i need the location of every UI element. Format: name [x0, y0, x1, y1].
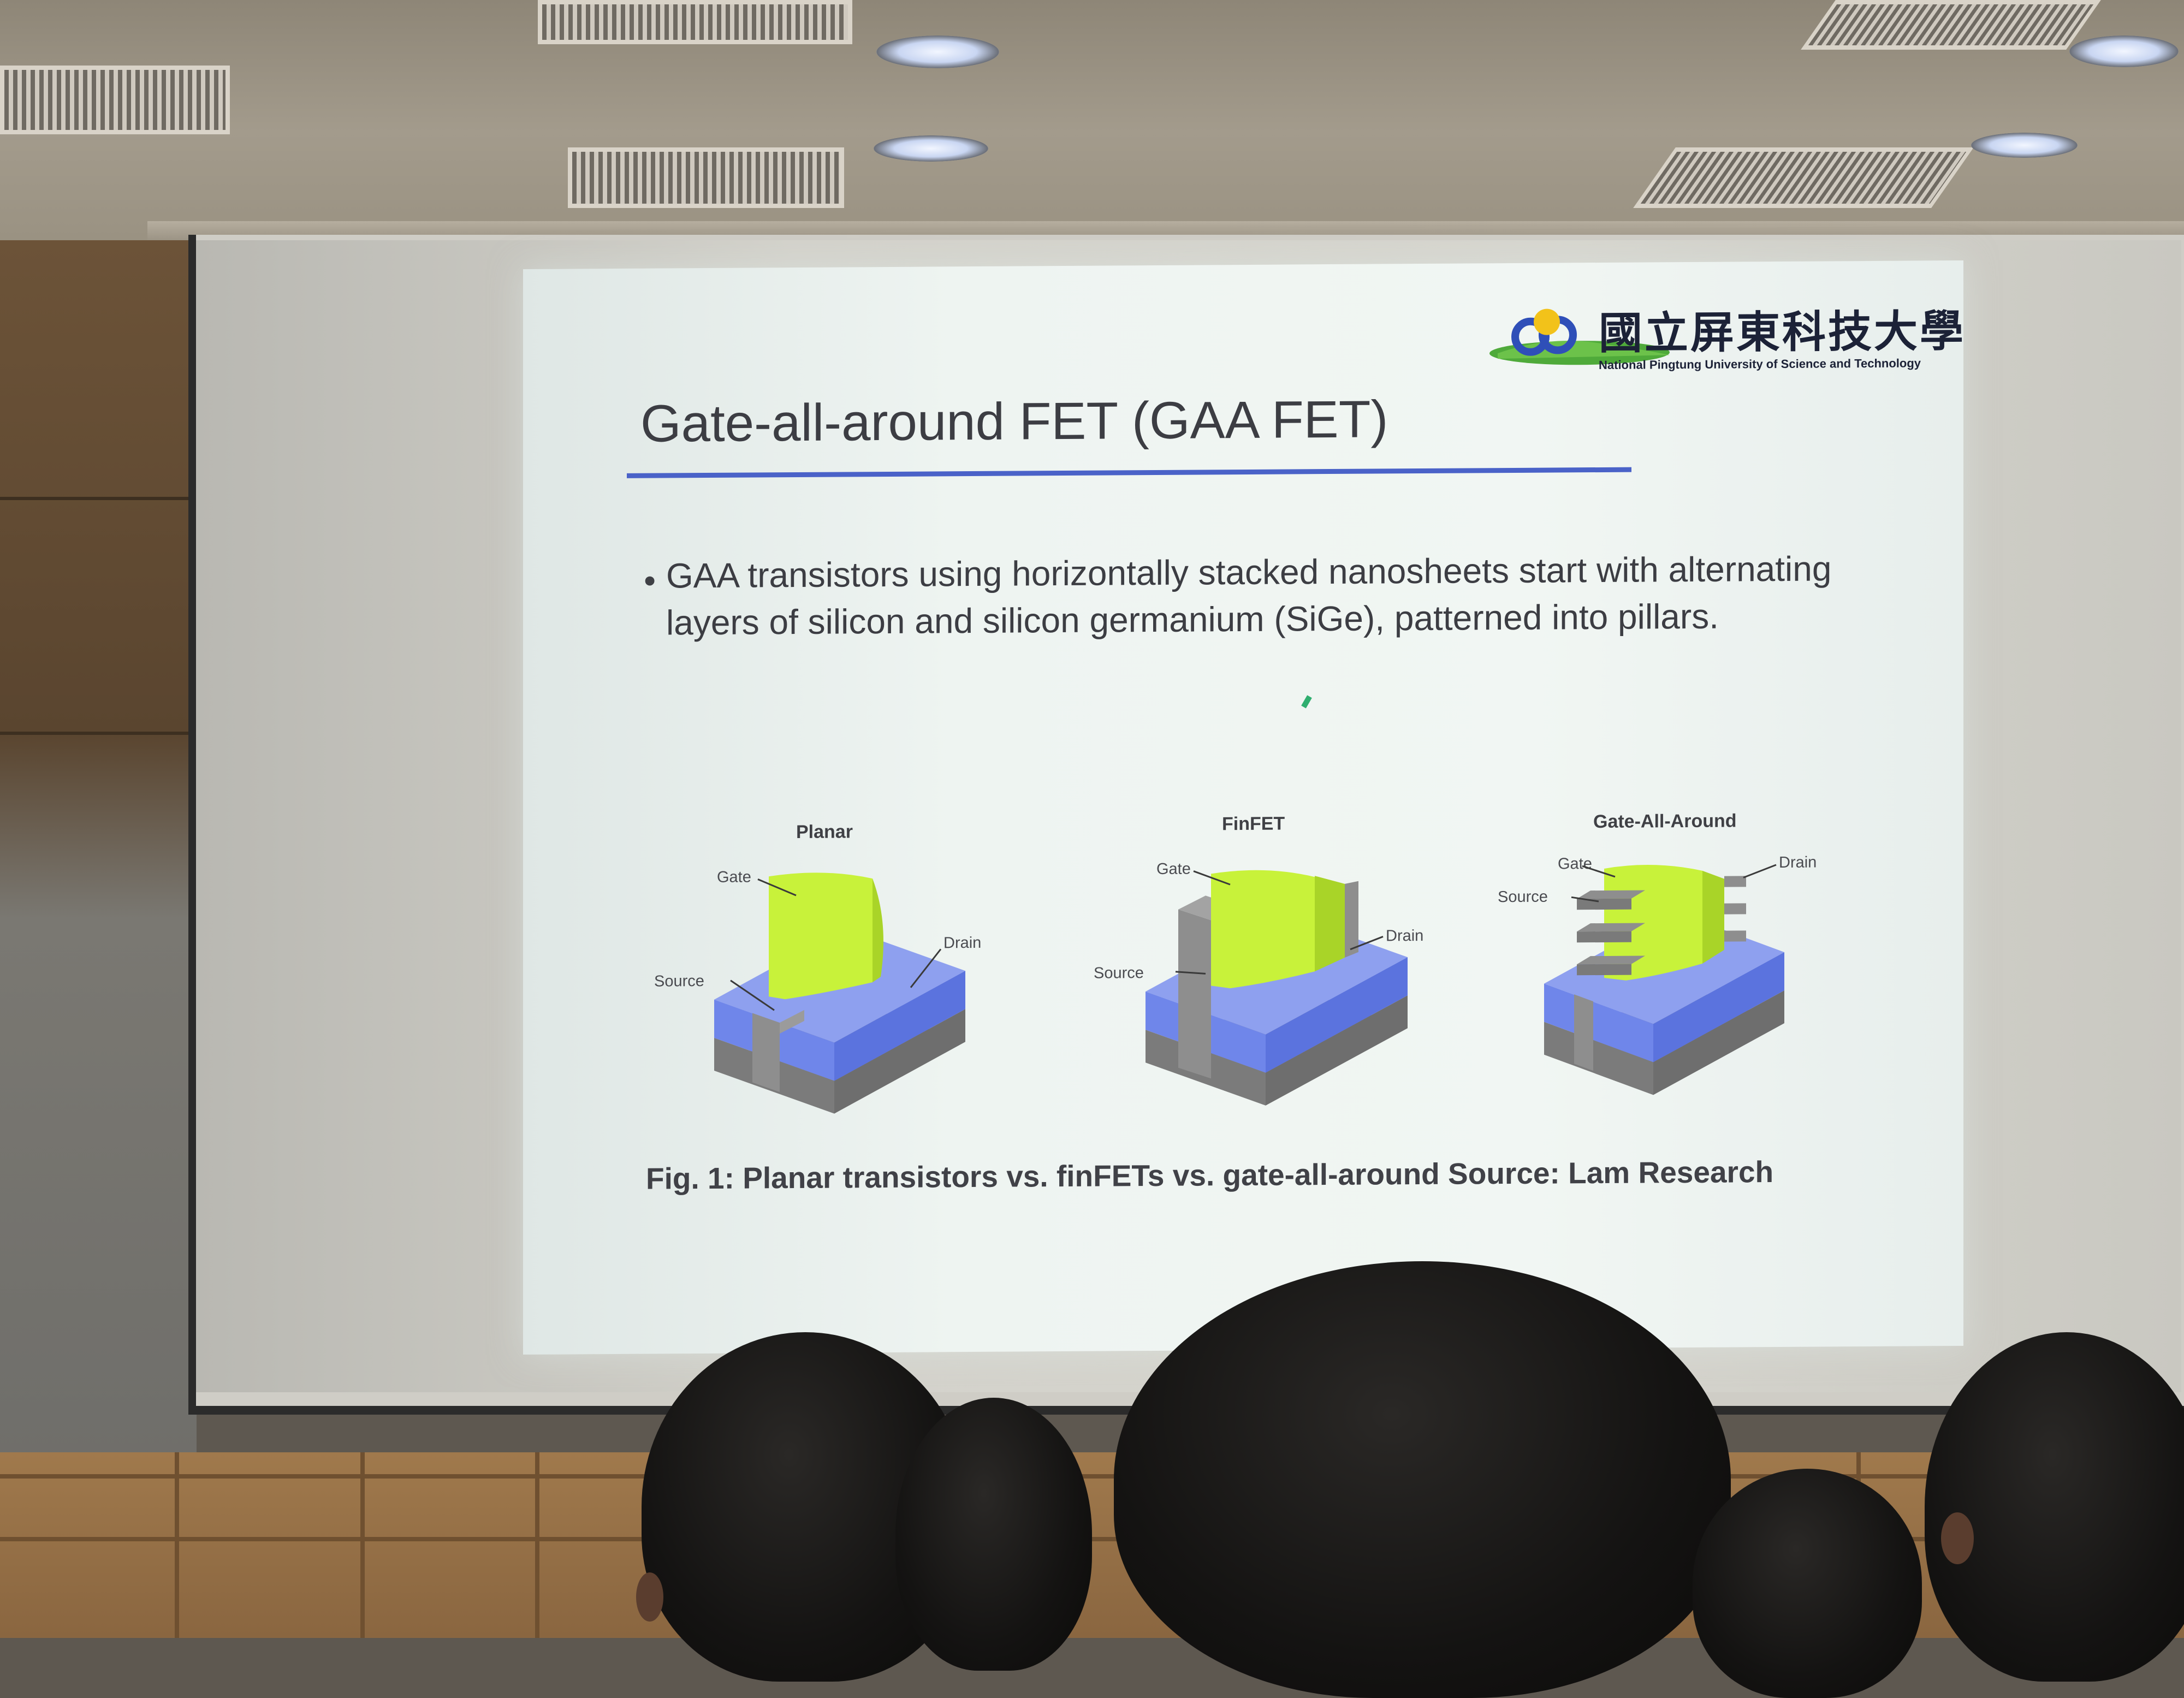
ceiling-vent	[1801, 0, 2101, 50]
audience-head	[1114, 1261, 1731, 1698]
ceiling-vent	[568, 147, 844, 208]
ceiling-vent	[0, 66, 230, 134]
ceiling-vent	[1633, 147, 1974, 208]
left-wall	[0, 240, 197, 1474]
slide-title: Gate-all-around FET (GAA FET)	[640, 390, 1388, 453]
gaa-leader-lines	[1571, 864, 1777, 903]
planar-leader-lines	[730, 878, 942, 1011]
bullet-icon: •	[640, 563, 660, 601]
figure-panel-title-planar: Planar	[796, 821, 853, 843]
desk-seam	[175, 1452, 179, 1638]
audience-head	[895, 1398, 1092, 1671]
figure-panel-title-finfet: FinFET	[1222, 813, 1285, 835]
ceiling-light	[876, 35, 999, 68]
audience-ear	[1941, 1512, 1974, 1564]
planar-source-label: Source	[654, 972, 704, 990]
figure-caption: Fig. 1: Planar transistors vs. finFETs v…	[646, 1155, 1774, 1196]
university-name-chinese: 國立屏東科技大學	[1599, 305, 1966, 359]
ceiling-light	[874, 135, 988, 162]
bullet-text: GAA transistors using horizontally stack…	[666, 549, 1832, 643]
audience-ear	[636, 1572, 663, 1622]
laser-pointer-dot	[1301, 695, 1312, 709]
ceiling-vent	[538, 0, 852, 44]
university-name-english: National Pingtung University of Science …	[1599, 356, 1921, 372]
ceiling-light	[2069, 35, 2179, 67]
projected-slide: 國立屏東科技大學 National Pingtung University of…	[523, 260, 1966, 1355]
figure-panel-title-gaa: Gate-All-Around	[1593, 810, 1737, 833]
ceiling-light	[1971, 133, 2078, 158]
wall-panel-seam	[0, 497, 194, 500]
desk-seam	[360, 1452, 365, 1638]
desk-seam	[535, 1452, 539, 1638]
title-underline	[627, 467, 1631, 478]
finfet-leader-lines	[1175, 870, 1384, 975]
audience-head	[1693, 1469, 1922, 1698]
wall-panel-seam	[0, 732, 194, 735]
